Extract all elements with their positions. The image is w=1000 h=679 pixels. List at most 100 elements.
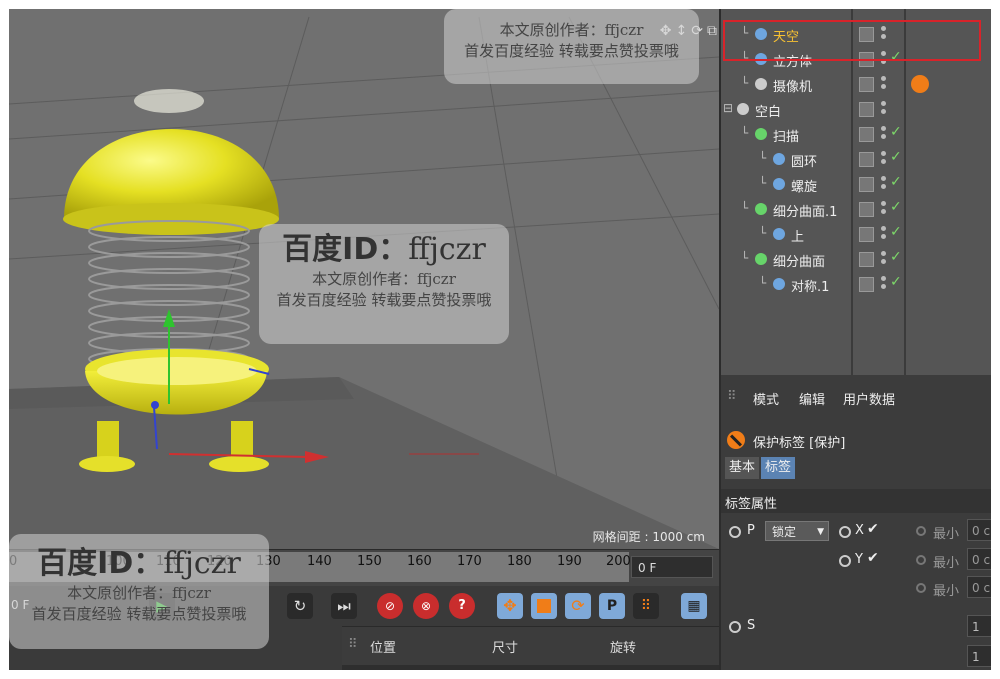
layer-swatch[interactable] [859,252,874,267]
layer-swatch[interactable] [859,127,874,142]
timeline-tick: 140 [307,554,332,569]
object-manager[interactable]: └ 天空 └ 立方体 ✓ └ 摄像机 ⊟ 空白 └ 扫描 ✓ └ 圆环 ✓ └ 螺旋 ✓ └ 细分曲面.1 ✓ └ 上 ✓ └ 细… [719,9,991,375]
watermark-author: 本文原创作者：ffjczr [312,270,456,288]
visibility-dots[interactable] [881,251,887,267]
s-field[interactable]: 1 [967,615,991,637]
visibility-dots[interactable] [881,176,887,192]
object-row[interactable]: └ 螺旋 ✓ [721,172,991,197]
visibility-dots[interactable] [881,151,887,167]
watermark-bl-publish: 首发百度经验 转载要点赞投票哦 [31,605,247,623]
visibility-dots[interactable] [881,201,887,217]
z-min-radio[interactable] [916,583,926,593]
keyframe-help-button[interactable]: ? [449,593,475,619]
scale-key-button[interactable] [531,593,557,619]
p-radio[interactable] [729,526,741,538]
enabled-check-icon[interactable]: ✓ [890,149,902,165]
tree-branch-icon: └ [741,126,749,140]
enabled-check-icon[interactable]: ✓ [890,174,902,190]
x-min-radio[interactable] [916,526,926,536]
s-radio[interactable] [729,621,741,633]
layer-swatch[interactable] [859,202,874,217]
timeline-tick: 180 [507,554,532,569]
x-min-field[interactable]: 0 c [967,519,991,541]
enabled-check-icon[interactable]: ✓ [890,124,902,140]
y-min-radio[interactable] [916,555,926,565]
p-mode-value: 锁定 [772,525,797,539]
visibility-dots[interactable] [881,76,887,92]
object-name[interactable]: 螺旋 [791,176,817,195]
tag-icon[interactable] [911,225,929,243]
record-keyframe-button[interactable]: ⊘ [377,593,403,619]
enabled-check-icon[interactable]: ✓ [890,199,902,215]
x-checkbox[interactable]: ✔ [867,521,879,537]
object-row[interactable]: └ 扫描 ✓ [721,122,991,147]
x-radio[interactable] [839,526,851,538]
tag-icon[interactable] [911,125,929,143]
enabled-check-icon[interactable]: ✓ [890,224,902,240]
object-row[interactable]: ⊟ 空白 [721,97,991,122]
key-icon: ⊘ [384,599,396,613]
menu-mode[interactable]: 模式 [753,389,779,408]
object-name[interactable]: 细分曲面 [773,251,825,270]
move-key-button[interactable]: ✥ [497,593,523,619]
y-radio[interactable] [839,555,851,567]
tab-basic[interactable]: 基本 [725,457,760,479]
s-field-2[interactable]: 1 [967,645,991,667]
object-row[interactable]: └ 细分曲面.1 ✓ [721,197,991,222]
attribute-manager: ⠿ 模式 编辑 用户数据 保护标签 [保护] 基本 标签 标签属性 P 锁定 ▼ … [719,375,991,670]
parameter-key-button[interactable]: P [599,593,625,619]
visibility-dots[interactable] [881,101,887,117]
tag-icon[interactable] [911,250,929,268]
tree-branch-icon: └ [741,251,749,265]
layer-swatch[interactable] [859,152,874,167]
tab-tag[interactable]: 标签 [761,457,796,479]
object-row[interactable]: └ 圆环 ✓ [721,147,991,172]
object-row[interactable]: └ 摄像机 [721,72,991,97]
enabled-check-icon[interactable]: ✓ [890,274,902,290]
tag-icon[interactable] [911,200,929,218]
p-mode-dropdown[interactable]: 锁定 ▼ [765,521,829,541]
autokey-button[interactable]: ⊗ [413,593,439,619]
goto-end-button[interactable]: ⏭ [331,593,357,619]
protection-tag-icon[interactable] [911,75,929,93]
loop-button[interactable]: ↻ [287,593,313,619]
rotate-key-button[interactable]: ⟳ [565,593,591,619]
visibility-dots[interactable] [881,226,887,242]
tag-icon[interactable] [911,150,929,168]
tag-icon[interactable] [911,100,929,118]
layer-swatch[interactable] [859,177,874,192]
visibility-dots[interactable] [881,126,887,142]
object-name[interactable]: 扫描 [773,126,799,145]
current-frame-field[interactable]: 0 F [631,556,713,578]
visibility-dots[interactable] [881,276,887,292]
grid-spacing-label: 网格间距 : 1000 cm [592,530,705,544]
coords-input-row[interactable] [342,665,719,670]
timeline-window-button[interactable]: ▦ [681,593,707,619]
tag-icon[interactable] [911,275,929,293]
menu-user-data[interactable]: 用户数据 [843,389,895,408]
layer-swatch[interactable] [859,102,874,117]
layer-swatch[interactable] [859,77,874,92]
loop-icon: ↻ [293,597,307,615]
object-name[interactable]: 对称.1 [791,276,829,295]
object-row[interactable]: └ 上 ✓ [721,222,991,247]
menu-edit[interactable]: 编辑 [799,389,825,408]
camera-icon [755,78,767,90]
object-row[interactable]: └ 细分曲面 ✓ [721,247,991,272]
object-name[interactable]: 上 [791,226,804,245]
object-name[interactable]: 空白 [755,101,781,120]
tag-icon[interactable] [911,175,929,193]
enabled-check-icon[interactable]: ✓ [890,249,902,265]
layer-swatch[interactable] [859,277,874,292]
viewport-3d[interactable]: ✥ ↕ ⟳ ⧉ 网格间距 : 1000 cm 百度ID：ffjczr 本文原创作… [9,9,719,549]
maximize-view-icon[interactable]: ⧉ [707,23,717,39]
object-row[interactable]: └ 对称.1 ✓ [721,272,991,297]
y-checkbox[interactable]: ✔ [867,550,879,566]
object-name[interactable]: 圆环 [791,151,817,170]
z-min-field[interactable]: 0 c [967,576,991,598]
y-min-field[interactable]: 0 c [967,548,991,570]
object-name[interactable]: 细分曲面.1 [773,201,837,220]
object-name[interactable]: 摄像机 [773,76,812,95]
layer-swatch[interactable] [859,227,874,242]
pla-key-button[interactable]: ⠿ [633,593,659,619]
